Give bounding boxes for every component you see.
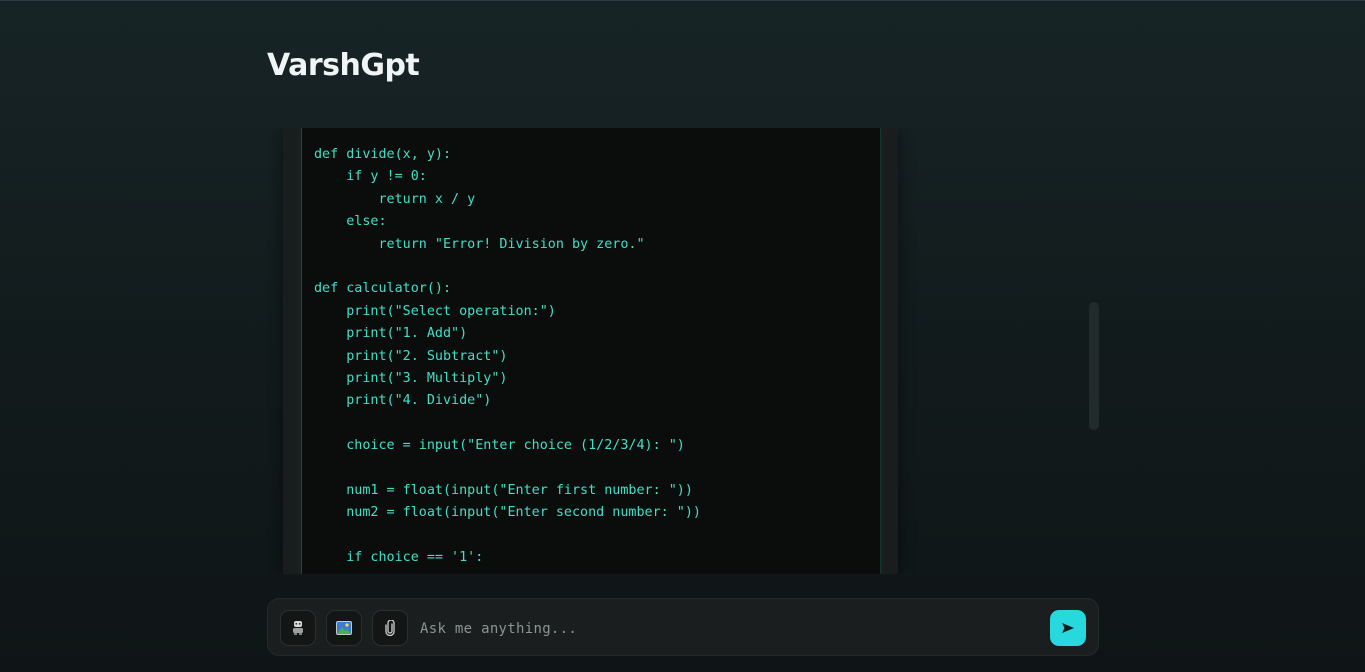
code-line: if choice == '1': (314, 550, 484, 566)
image-upload-button[interactable] (326, 610, 362, 646)
send-button[interactable] (1050, 610, 1086, 646)
code-line: return "Error! Division by zero." (314, 236, 645, 252)
prompt-input[interactable] (418, 613, 1042, 645)
robot-icon (291, 620, 305, 636)
chat-scrollbar-thumb[interactable] (1089, 302, 1099, 430)
code-line: choice = input("Enter choice (1/2/3/4): … (314, 438, 685, 454)
send-arrow-icon (1061, 619, 1075, 638)
chat-area[interactable]: def divide(x, y): if y != 0: return x / … (267, 128, 1099, 574)
app-title: VarshGpt (267, 48, 420, 83)
image-icon (336, 621, 352, 635)
code-line: print("2. Subtract") (314, 348, 508, 364)
code-line: def calculator(): (314, 281, 452, 297)
window-top-border (0, 0, 1365, 1)
code-line: print("1. Add") (314, 326, 468, 342)
code-line: num1 = float(input("Enter first number: … (314, 482, 693, 498)
paperclip-icon (384, 620, 396, 636)
code-block: def divide(x, y): if y != 0: return x / … (301, 128, 881, 574)
assistant-mode-button[interactable] (280, 610, 316, 646)
code-line: def divide(x, y): (314, 147, 452, 162)
code-line: print("3. Multiply") (314, 370, 508, 386)
code-lines: def divide(x, y): if y != 0: return x / … (314, 144, 701, 574)
code-line: print("4. Divide") (314, 393, 492, 409)
code-line: else: (314, 214, 387, 230)
composer-bar (267, 598, 1099, 656)
code-line: print("Select operation:") (314, 303, 556, 319)
code-line: num2 = float(input("Enter second number:… (314, 505, 701, 521)
assistant-message: def divide(x, y): if y != 0: return x / … (283, 128, 898, 574)
attach-file-button[interactable] (372, 610, 408, 646)
code-line: return x / y (314, 191, 476, 207)
code-line: if y != 0: (314, 169, 427, 185)
